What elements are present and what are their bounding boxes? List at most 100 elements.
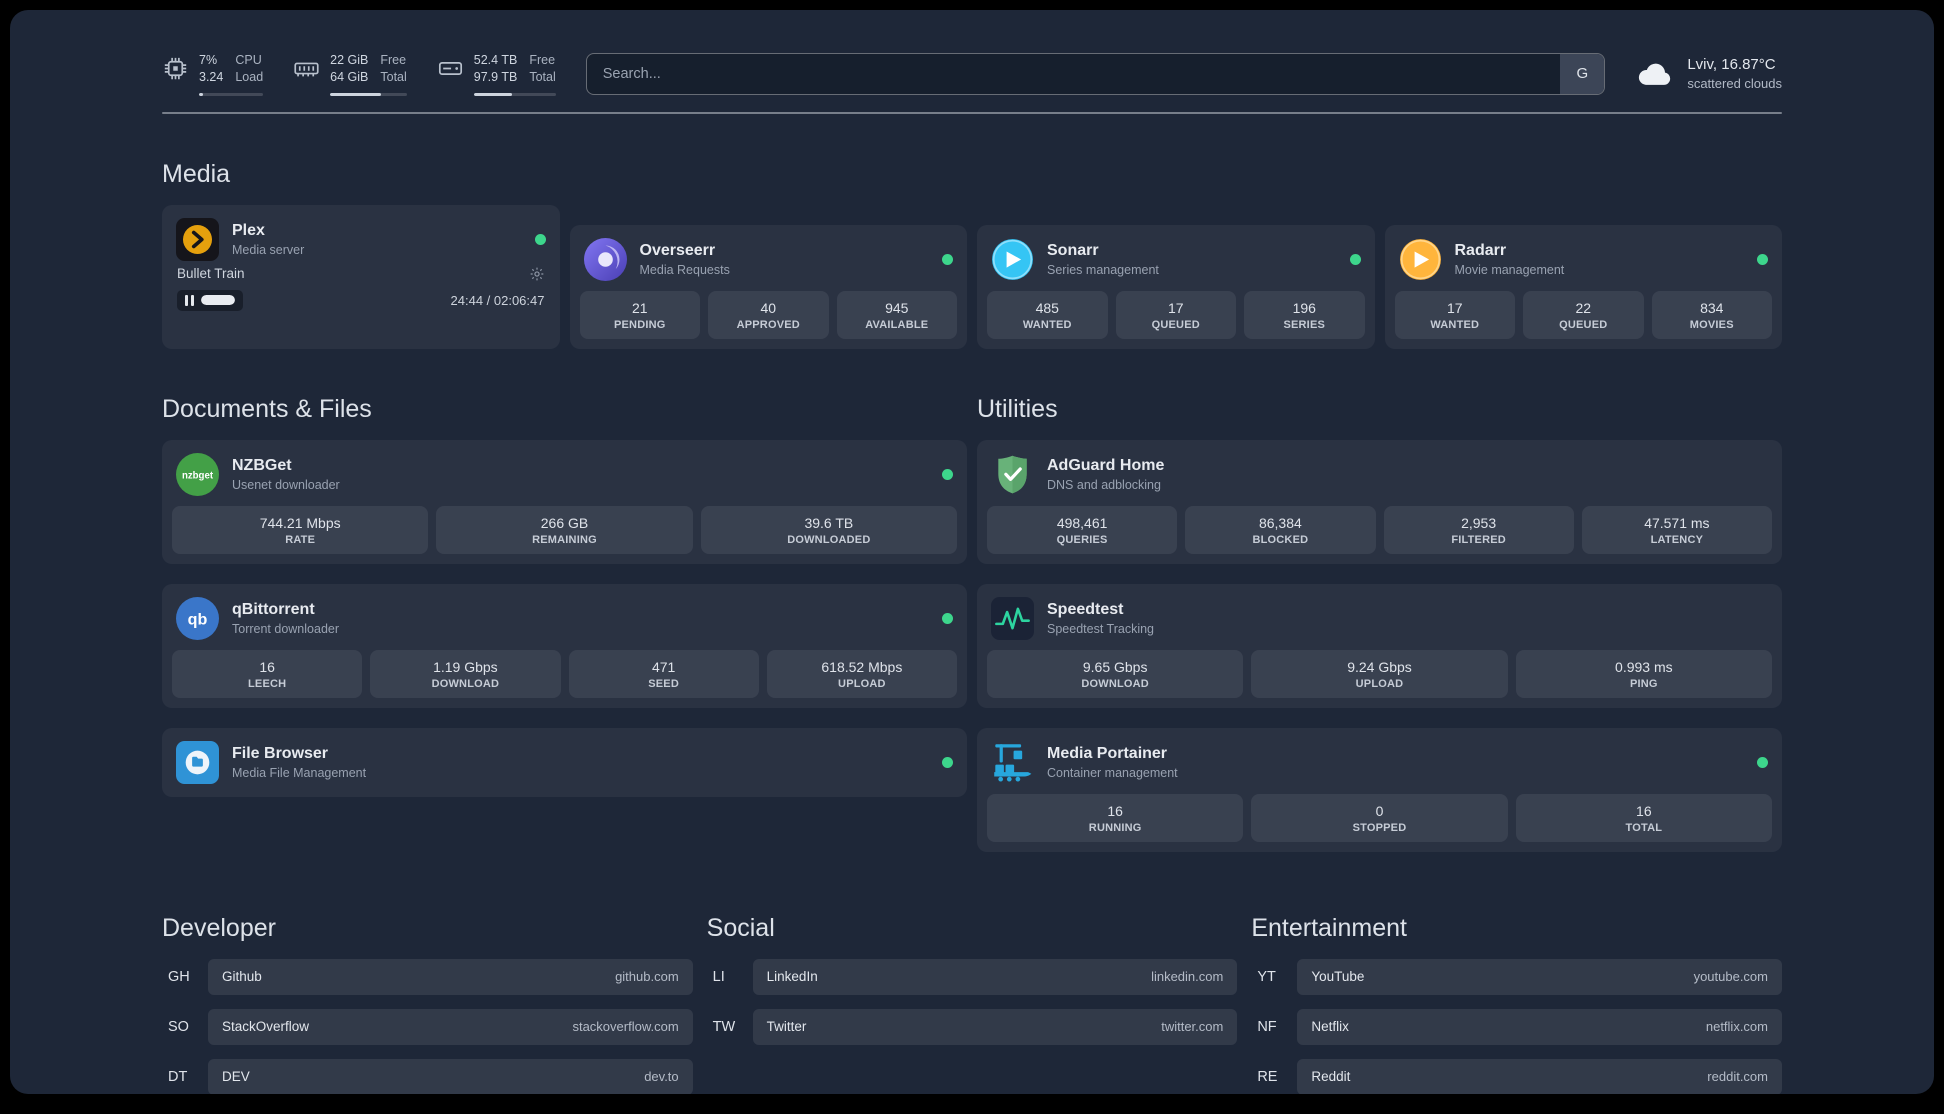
bookmarks-developer: Developer GH Github github.com SO StackO…	[162, 914, 693, 1094]
sonarr-card: Sonarr Series management 485 WANTED 17 Q…	[977, 224, 1375, 349]
stat-value: 0.993 ms	[1615, 658, 1673, 675]
stat-value: 16	[1636, 802, 1652, 819]
dashboard-content: 7% 3.24 CPU Load 22 GiB 64 GiB Free Tota…	[162, 10, 1782, 1094]
stat-tile: 17 QUEUED	[1115, 290, 1236, 339]
sonarr-icon	[991, 238, 1034, 281]
bookmark-abbr: SO	[168, 1018, 189, 1035]
memory-total-label: Total	[380, 69, 407, 84]
adguard-icon	[991, 453, 1034, 496]
social-heading: Social	[706, 913, 775, 942]
search-bar: G	[585, 52, 1606, 95]
cloud-icon	[1635, 54, 1675, 94]
bookmark-reddit[interactable]: RE Reddit reddit.com	[1251, 1058, 1782, 1094]
stat-tile: 498,461 QUERIES	[987, 505, 1178, 554]
plex-card: Plex Media server Bullet Train 24:44 / 0…	[162, 204, 560, 349]
bookmark-pill: Github github.com	[208, 958, 693, 995]
disk-readouts: 52.4 TB 97.9 TB Free Total	[474, 52, 556, 86]
stat-tile: 9.65 Gbps DOWNLOAD	[987, 649, 1244, 698]
disk-total-value: 97.9 TB	[473, 69, 518, 84]
dashboard-screen: 7% 3.24 CPU Load 22 GiB 64 GiB Free Tota…	[10, 10, 1934, 1094]
stat-label: APPROVED	[736, 318, 800, 331]
playback-progress-bar	[201, 295, 235, 306]
qbittorrent-stats: 16 LEECH 1.19 Gbps DOWNLOAD 471 SEED 618…	[172, 649, 957, 698]
overseerr-stats: 21 PENDING 40 APPROVED 945 AVAILABLE	[579, 290, 957, 339]
stat-label: PING	[1629, 677, 1658, 690]
bookmark-linkedin[interactable]: LI LinkedIn linkedin.com	[707, 958, 1238, 995]
radarr-icon	[1399, 238, 1442, 281]
stat-value: 9.24 Gbps	[1347, 658, 1412, 675]
stat-label: STOPPED	[1352, 821, 1407, 834]
stat-value: 0	[1375, 802, 1384, 819]
stat-value: 471	[651, 658, 676, 675]
qbittorrent-link[interactable]: qb qBittorrent Torrent downloader	[172, 594, 957, 650]
bookmark-pill: Netflix netflix.com	[1297, 1008, 1782, 1045]
service-subtitle: Media File Management	[232, 766, 367, 781]
stat-value: 266 GB	[540, 514, 589, 531]
stat-tile: 9.24 Gbps UPLOAD	[1251, 649, 1508, 698]
stat-label: QUERIES	[1056, 533, 1108, 546]
bookmark-stackoverflow[interactable]: SO StackOverflow stackoverflow.com	[162, 1008, 693, 1045]
stat-tile: 2,953 FILTERED	[1383, 505, 1574, 554]
service-name: Overseerr	[639, 242, 716, 260]
playback-time: 24:44 / 02:06:47	[450, 292, 545, 308]
disk-free-label: Free	[529, 53, 556, 67]
status-dot	[534, 233, 546, 245]
stat-label: PENDING	[613, 318, 666, 331]
bookmark-github[interactable]: GH Github github.com	[162, 958, 693, 995]
bookmark-abbr: LI	[712, 968, 725, 985]
sonarr-text: Sonarr Series management	[1047, 241, 1159, 277]
gear-icon[interactable]	[529, 266, 545, 282]
bookmark-abbr: NF	[1257, 1018, 1277, 1035]
bookmark-pill: Reddit reddit.com	[1297, 1058, 1782, 1094]
stat-value: 16	[259, 658, 275, 675]
stat-value: 618.52 Mbps	[821, 658, 903, 675]
overseerr-text: Overseerr Media Requests	[640, 241, 730, 277]
stat-label: DOWNLOADED	[787, 533, 871, 546]
cpu-label: CPU	[235, 53, 262, 67]
nzbget-text: NZBGet Usenet downloader	[232, 456, 340, 492]
portainer-link[interactable]: Media Portainer Container management	[987, 738, 1772, 794]
radarr-link[interactable]: Radarr Movie management	[1395, 235, 1773, 291]
stat-tile: 266 GB REMAINING	[436, 505, 693, 554]
speedtest-link[interactable]: Speedtest Speedtest Tracking	[987, 594, 1772, 650]
stat-label: TOTAL	[1625, 821, 1663, 834]
adguard-link[interactable]: AdGuard Home DNS and adblocking	[987, 450, 1772, 506]
stat-label: WANTED	[1022, 318, 1072, 331]
service-subtitle: Usenet downloader	[232, 478, 340, 493]
filebrowser-link[interactable]: File Browser Media File Management	[172, 738, 957, 787]
bookmarks-entertainment: Entertainment YT YouTube youtube.com NF …	[1251, 914, 1782, 1094]
nzbget-link[interactable]: nzbget NZBGet Usenet downloader	[172, 450, 957, 506]
status-dot	[1349, 253, 1361, 265]
bookmark-name: Netflix	[1311, 1019, 1349, 1035]
stat-value: 21	[631, 299, 648, 316]
bookmark-domain: linkedin.com	[1151, 969, 1224, 985]
bookmark-name: LinkedIn	[766, 969, 818, 985]
bookmark-netflix[interactable]: NF Netflix netflix.com	[1251, 1008, 1782, 1045]
bookmark-abbr: GH	[168, 968, 190, 985]
bookmark-domain: twitter.com	[1161, 1019, 1224, 1035]
sonarr-link[interactable]: Sonarr Series management	[987, 235, 1365, 291]
bookmark-dev[interactable]: DT DEV dev.to	[162, 1058, 693, 1094]
stat-label: DOWNLOAD	[1081, 677, 1149, 690]
bookmark-domain: github.com	[615, 969, 679, 985]
search-provider-button[interactable]: G	[1560, 53, 1605, 94]
stat-label: SEED	[648, 677, 679, 690]
bookmark-name: Twitter	[766, 1019, 807, 1035]
stat-value: 39.6 TB	[804, 514, 854, 531]
service-subtitle: Movie management	[1454, 263, 1565, 278]
overseerr-link[interactable]: Overseerr Media Requests	[580, 235, 958, 291]
stat-tile: 618.52 Mbps UPLOAD	[766, 649, 957, 698]
stat-value: 485	[1035, 299, 1059, 316]
bookmark-youtube[interactable]: YT YouTube youtube.com	[1251, 958, 1782, 995]
status-dot	[942, 756, 953, 768]
stat-label: LEECH	[247, 677, 287, 690]
plex-link[interactable]: Plex Media server	[172, 215, 550, 264]
bookmark-twitter[interactable]: TW Twitter twitter.com	[707, 1008, 1238, 1045]
stat-label: QUEUED	[1151, 318, 1200, 331]
stat-tile: 16 TOTAL	[1515, 793, 1772, 842]
pause-button[interactable]	[177, 289, 243, 311]
status-dot	[942, 468, 953, 480]
stat-tile: 21 PENDING	[579, 290, 700, 339]
bookmark-name: Reddit	[1311, 1069, 1351, 1085]
search-input[interactable]	[585, 52, 1606, 95]
